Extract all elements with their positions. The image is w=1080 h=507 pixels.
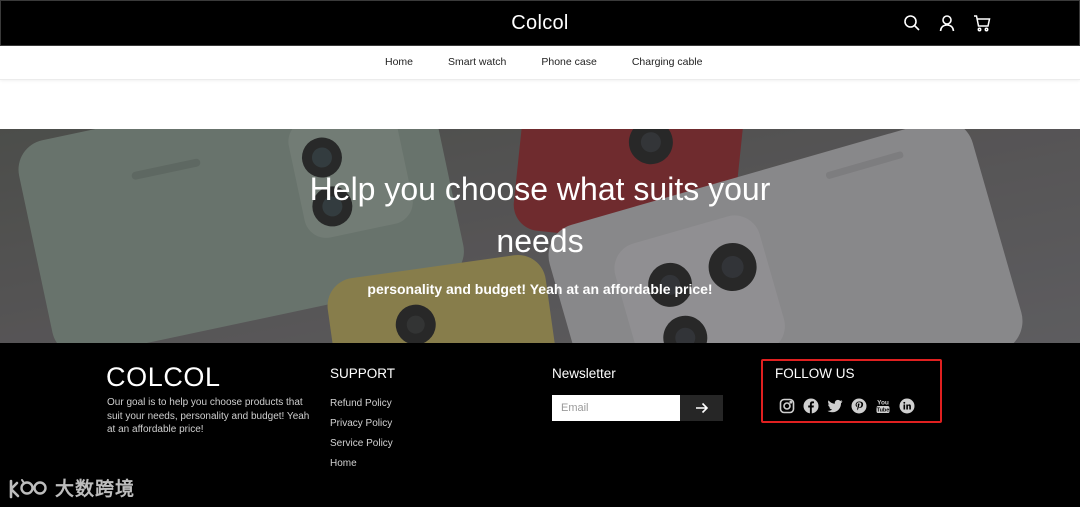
youtube-icon[interactable]: You Tube bbox=[875, 398, 891, 414]
support-heading: SUPPORT bbox=[330, 366, 396, 381]
newsletter-submit-button[interactable] bbox=[680, 395, 723, 421]
linkedin-icon[interactable] bbox=[899, 398, 915, 414]
watermark-text: 大数跨境 bbox=[55, 478, 136, 500]
support-links: Refund Policy Privacy Policy Service Pol… bbox=[330, 394, 393, 474]
site-footer: COLCOL Our goal is to help you choose pr… bbox=[0, 343, 1080, 507]
social-icons: You Tube bbox=[779, 398, 915, 414]
instagram-icon[interactable] bbox=[779, 398, 795, 414]
header-icons bbox=[903, 14, 991, 32]
privacy-policy-link[interactable]: Privacy Policy bbox=[330, 414, 393, 434]
hero-subtitle: personality and budget! Yeah at an affor… bbox=[367, 281, 713, 297]
watermark: 大数跨境 bbox=[9, 474, 135, 501]
svg-text:You: You bbox=[877, 400, 889, 407]
watermark-logo-icon bbox=[9, 478, 47, 498]
svg-text:Tube: Tube bbox=[877, 408, 890, 414]
twitter-icon[interactable] bbox=[827, 398, 843, 414]
nav-item-phone-case[interactable]: Phone case bbox=[541, 56, 596, 68]
service-policy-link[interactable]: Service Policy bbox=[330, 434, 393, 454]
main-nav: Home Smart watch Phone case Charging cab… bbox=[0, 46, 1080, 80]
hero-title-line-2: needs bbox=[496, 223, 584, 259]
footer-description: Our goal is to help you choose products … bbox=[107, 397, 310, 435]
hero-banner: Help you choose what suits your needs pe… bbox=[0, 129, 1080, 343]
search-icon[interactable] bbox=[903, 14, 921, 32]
pinterest-icon[interactable] bbox=[851, 398, 867, 414]
nav-item-smart-watch[interactable]: Smart watch bbox=[448, 56, 506, 68]
user-icon[interactable] bbox=[938, 14, 956, 32]
cart-icon[interactable] bbox=[973, 14, 991, 32]
nav-item-home[interactable]: Home bbox=[385, 56, 413, 68]
hero-title-line-1: Help you choose what suits your bbox=[309, 171, 771, 207]
home-link[interactable]: Home bbox=[330, 454, 393, 474]
nav-item-charging-cable[interactable]: Charging cable bbox=[632, 56, 703, 68]
newsletter-email-input[interactable] bbox=[552, 395, 680, 421]
follow-us-heading: FOLLOW US bbox=[775, 366, 855, 381]
site-header: Colcol bbox=[0, 0, 1080, 46]
facebook-icon[interactable] bbox=[803, 398, 819, 414]
footer-logo: COLCOL bbox=[106, 362, 221, 392]
arrow-right-icon bbox=[695, 402, 708, 414]
hero-title: Help you choose what suits your needs bbox=[0, 163, 1080, 267]
refund-policy-link[interactable]: Refund Policy bbox=[330, 394, 393, 414]
newsletter-heading: Newsletter bbox=[552, 366, 616, 381]
